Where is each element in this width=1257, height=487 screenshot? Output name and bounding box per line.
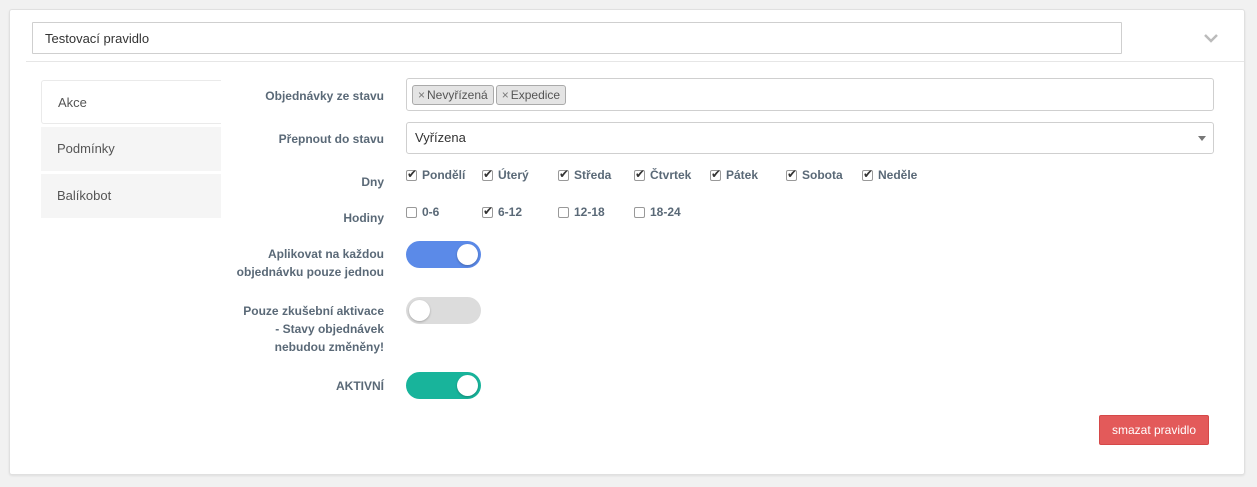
apply-once-label-line: objednávku pouze jednou [236, 265, 384, 279]
chevron-down-icon[interactable] [1200, 28, 1222, 48]
test-only-label-line: Pouze zkušební aktivace [243, 304, 384, 318]
tab-akce[interactable]: Akce [41, 80, 221, 124]
day-checkbox-utery[interactable]: Úterý [482, 166, 529, 184]
tag-remove-icon[interactable]: × [418, 88, 425, 102]
checkbox-box[interactable] [786, 167, 797, 181]
active-toggle[interactable] [406, 372, 481, 399]
toggle-knob [457, 244, 478, 265]
rule-name-input[interactable] [32, 22, 1122, 54]
delete-rule-button[interactable]: smazat pravidlo [1099, 415, 1209, 445]
hours-label: Hodiny [343, 211, 384, 225]
checkbox-box[interactable] [558, 206, 569, 218]
checkbox-label: Středa [574, 168, 612, 182]
checkbox-label: Neděle [878, 168, 918, 182]
checkbox-label: Čtvrtek [650, 168, 692, 182]
hour-checkbox-0-6[interactable]: 0-6 [406, 203, 439, 221]
active-label: AKTIVNÍ [336, 379, 384, 393]
apply-once-toggle[interactable] [406, 241, 481, 268]
checkbox-label: 0-6 [422, 205, 440, 219]
checkbox-label: 12-18 [574, 205, 605, 219]
tab-balikobot[interactable]: Balíkobot [41, 174, 221, 218]
checkbox-box[interactable] [710, 167, 721, 181]
day-checkbox-patek[interactable]: Pátek [710, 166, 758, 184]
checkbox-box[interactable] [634, 167, 645, 181]
to-status-value: Vyřízena [415, 130, 466, 145]
from-status-label: Objednávky ze stavu [265, 89, 384, 103]
day-checkbox-pondeli[interactable]: Pondělí [406, 166, 465, 184]
apply-once-label-line: Aplikovat na každou [267, 247, 384, 261]
rule-panel: Akce Podmínky Balíkobot Objednávky ze st… [9, 9, 1245, 475]
tag-label: Nevyřízená [427, 88, 488, 102]
checkbox-label: Pátek [726, 168, 759, 182]
to-status-select[interactable]: Vyřízena [406, 122, 1214, 154]
hour-checkbox-6-12[interactable]: 6-12 [482, 203, 522, 221]
toggle-knob [409, 300, 430, 321]
checkbox-box[interactable] [558, 167, 569, 181]
tab-podminky[interactable]: Podmínky [41, 127, 221, 171]
checkbox-label: Úterý [498, 168, 529, 182]
checkbox-box[interactable] [406, 206, 417, 218]
hour-checkbox-18-24[interactable]: 18-24 [634, 203, 681, 221]
test-only-label-line: - Stavy objednávek [275, 322, 384, 336]
to-status-label: Přepnout do stavu [278, 132, 384, 146]
checkbox-label: Pondělí [422, 168, 466, 182]
checkbox-label: 18-24 [650, 205, 681, 219]
apply-once-label: Aplikovat na každou objednávku pouze jed… [237, 245, 384, 281]
checkbox-label: Sobota [802, 168, 843, 182]
test-only-label: Pouze zkušební aktivace - Stavy objednáv… [243, 302, 384, 356]
checkbox-box[interactable] [634, 206, 645, 218]
day-checkbox-streda[interactable]: Středa [558, 166, 611, 184]
day-checkbox-nedele[interactable]: Neděle [862, 166, 917, 184]
tag-remove-icon[interactable]: × [502, 88, 509, 102]
from-status-multiselect[interactable]: × Nevyřízená × Expedice [406, 78, 1214, 111]
days-label: Dny [361, 175, 384, 189]
day-checkbox-sobota[interactable]: Sobota [786, 166, 843, 184]
day-checkbox-ctvrtek[interactable]: Čtvrtek [634, 166, 691, 184]
caret-down-icon [1198, 136, 1206, 141]
checkbox-label: 6-12 [498, 205, 523, 219]
tab-list: Akce Podmínky Balíkobot [41, 80, 221, 221]
status-tag: × Expedice [495, 85, 567, 105]
toggle-knob [457, 375, 478, 396]
tag-label: Expedice [510, 88, 561, 102]
divider [26, 61, 1244, 62]
checkbox-box[interactable] [862, 167, 873, 181]
checkbox-box[interactable] [482, 167, 493, 181]
checkbox-box[interactable] [482, 204, 493, 218]
checkbox-box[interactable] [406, 167, 417, 181]
hour-checkbox-12-18[interactable]: 12-18 [558, 203, 605, 221]
status-tag: × Nevyřízená [412, 85, 494, 105]
test-only-label-line: nebudou změněny! [274, 340, 384, 354]
test-only-toggle[interactable] [406, 297, 481, 324]
